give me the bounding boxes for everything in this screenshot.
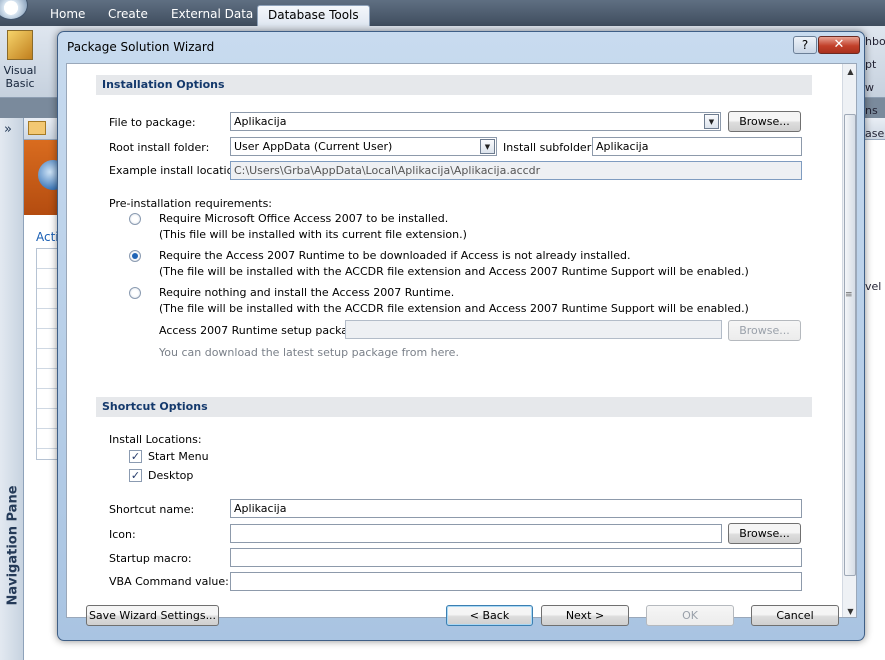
visual-basic-label: Visual Basic [3,64,37,90]
tab-home[interactable]: Home [44,5,91,26]
runtime-package-label: Access 2007 Runtime setup package: [159,324,366,337]
root-install-folder-select[interactable]: User AppData (Current User) ▼ [230,137,497,156]
install-locations-label: Install Locations: [109,433,202,446]
scroll-thumb[interactable] [844,114,856,576]
visual-basic-button[interactable]: Visual Basic [2,30,38,90]
ribbon-tab-bar: Home Create External Data Database Tools [0,0,885,26]
radio-install-runtime[interactable] [129,287,141,299]
startup-macro-label: Startup macro: [109,552,192,565]
option-2-line1: Require the Access 2007 Runtime to be do… [159,249,631,262]
shortcut-name-label: Shortcut name: [109,503,195,516]
option-1-line2: (This file will be installed with its cu… [159,228,467,241]
back-button[interactable]: < Back [446,605,533,626]
navigation-pane-label: Navigation Pane [5,485,21,606]
installation-options-header: Installation Options [96,75,812,95]
package-solution-wizard-dialog: Package Solution Wizard ? ✕ ▲ ≡ ▼ Instal… [57,31,865,641]
form-tab-icon[interactable] [28,121,46,135]
runtime-package-input[interactable] [345,320,722,339]
vba-command-label: VBA Command value: [109,575,229,588]
radio-download-runtime[interactable] [129,250,141,262]
option-3-line2: (The file will be installed with the ACC… [159,302,749,315]
startup-macro-input[interactable] [230,548,802,567]
desktop-label: Desktop [148,469,194,482]
browse-runtime-button[interactable]: Browse... [728,320,801,341]
tab-external-data[interactable]: External Data [165,5,259,26]
root-install-folder-label: Root install folder: [109,141,210,154]
office-button[interactable] [0,0,28,20]
icon-label: Icon: [109,528,136,541]
save-wizard-settings-button[interactable]: Save Wizard Settings... [86,605,219,626]
dialog-footer: Save Wizard Settings... < Back Next > OK… [66,592,857,637]
dropdown-arrow-icon[interactable]: ▼ [704,114,719,129]
expand-chevron-icon[interactable]: » [4,122,12,137]
file-to-package-field[interactable]: Aplikacija ▼ [230,112,721,131]
example-location-label: Example install location: [109,164,244,177]
file-to-package-label: File to package: [109,116,196,129]
install-subfolder-input[interactable]: Aplikacija [592,137,802,156]
radio-require-access[interactable] [129,213,141,225]
scroll-grip-icon: ≡ [845,290,853,300]
option-2-line2: (The file will be installed with the ACC… [159,265,749,278]
right-edge-text: hbo pt w ns ase vel [865,35,885,293]
visual-basic-icon [7,30,33,60]
wizard-content: ▲ ≡ ▼ Installation Options File to packa… [66,63,857,618]
install-subfolder-label: Install subfolder: [503,141,595,154]
cancel-button[interactable]: Cancel [751,605,839,626]
close-button[interactable]: ✕ [818,36,860,54]
dialog-title: Package Solution Wizard [67,40,215,54]
next-button[interactable]: Next > [541,605,629,626]
vba-command-input[interactable] [230,572,802,591]
download-hint-link[interactable]: You can download the latest setup packag… [159,346,459,359]
start-menu-label: Start Menu [148,450,209,463]
help-button[interactable]: ? [793,36,817,54]
dropdown-arrow-icon[interactable]: ▼ [480,139,495,154]
desktop-checkbox[interactable]: ✓ [129,469,142,482]
option-1-line1: Require Microsoft Office Access 2007 to … [159,212,449,225]
browse-file-button[interactable]: Browse... [728,111,801,132]
browse-icon-button[interactable]: Browse... [728,523,801,544]
ok-button[interactable]: OK [646,605,734,626]
vertical-scrollbar[interactable]: ▲ ≡ ▼ [842,64,856,617]
tab-database-tools[interactable]: Database Tools [257,5,370,26]
shortcut-options-header: Shortcut Options [96,397,812,417]
example-location-field: C:\Users\Grba\AppData\Local\Aplikacija\A… [230,161,802,180]
tab-create[interactable]: Create [102,5,154,26]
prereq-label: Pre-installation requirements: [109,197,273,210]
option-3-line1: Require nothing and install the Access 2… [159,286,455,299]
start-menu-checkbox[interactable]: ✓ [129,450,142,463]
navigation-pane[interactable]: » Navigation Pane [0,118,24,660]
scroll-up-icon[interactable]: ▲ [843,64,856,79]
icon-input[interactable] [230,524,722,543]
shortcut-name-input[interactable]: Aplikacija [230,499,802,518]
